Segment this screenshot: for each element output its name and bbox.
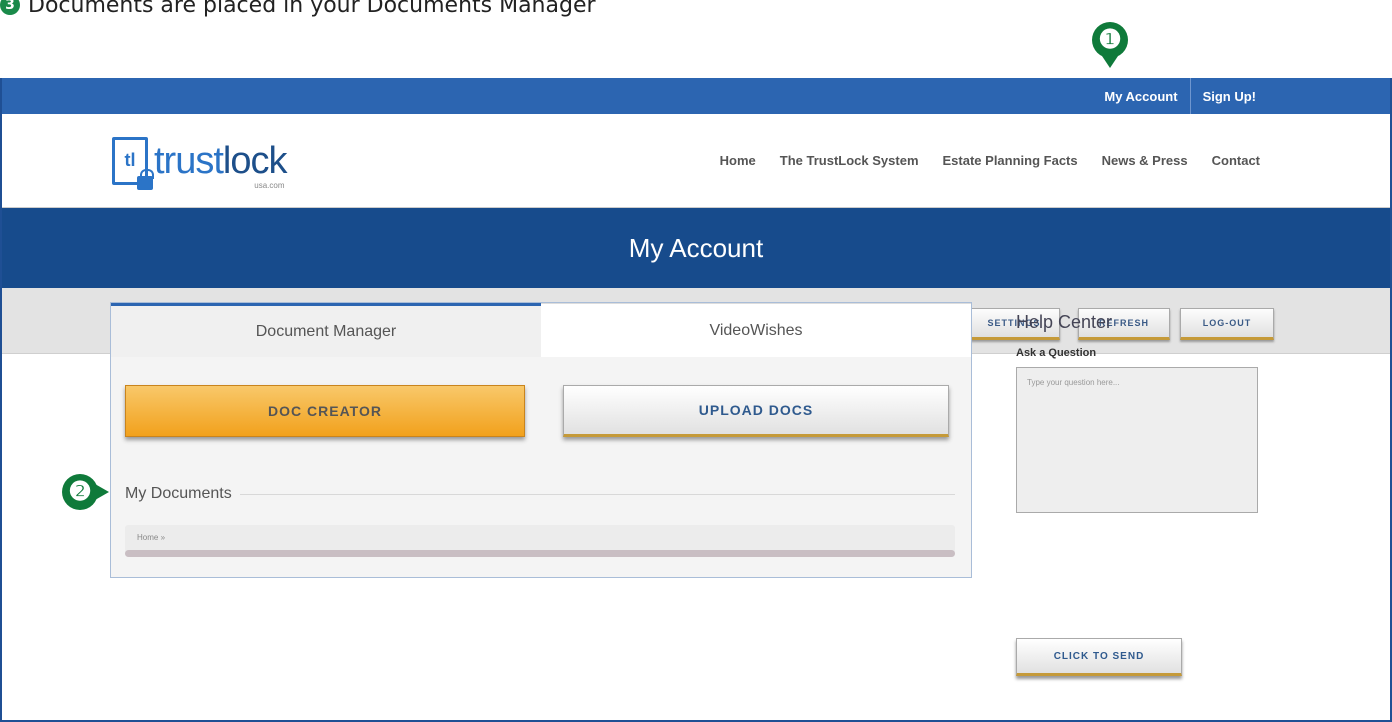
documents-breadcrumb: Home » [125, 525, 955, 557]
caption-text: Documents are placed in your Documents M… [28, 0, 596, 18]
breadcrumb-home-link[interactable]: Home » [137, 533, 165, 542]
caption: 3 Documents are placed in your Documents… [0, 0, 596, 20]
question-textarea[interactable]: Type your question here... [1016, 367, 1258, 513]
help-center-title: Help Center [1016, 312, 1113, 332]
logo-text-accent: lock [222, 139, 288, 182]
logo-subtext: usa.com [254, 180, 285, 190]
tab-document-manager[interactable]: Document Manager [111, 303, 541, 357]
nav-trustlock-system[interactable]: The TrustLock System [768, 153, 931, 168]
sign-up-link[interactable]: Sign Up! [1191, 78, 1268, 114]
step-marker: 3 [0, 0, 20, 15]
page-title: My Account [628, 232, 764, 263]
my-account-link[interactable]: My Account [1092, 78, 1189, 114]
trustlock-logo[interactable]: tl trustlock usa.com [112, 136, 288, 190]
document-panel: Document Manager VideoWishes DOC CREATOR… [110, 302, 972, 578]
nav-news-press[interactable]: News & Press [1090, 153, 1200, 168]
ask-question-label: Ask a Question [1016, 347, 1097, 359]
top-account-bar: My Account Sign Up! [2, 78, 1390, 114]
main-nav: Home The TrustLock System Estate Plannin… [708, 153, 1272, 168]
padlock-icon [137, 168, 154, 190]
upload-docs-button[interactable]: UPLOAD DOCS [563, 385, 949, 437]
my-documents-header: My Documents [125, 485, 955, 503]
callout-marker-2: ❷ [62, 474, 109, 510]
my-documents-title: My Documents [125, 485, 232, 502]
doc-creator-button[interactable]: DOC CREATOR [125, 385, 525, 437]
site-header: tl trustlock usa.com Home The TrustLock … [2, 114, 1390, 208]
help-center: Help Center Ask a Question Type your que… [1016, 312, 1266, 676]
nav-home[interactable]: Home [708, 153, 768, 168]
callout-marker-1: ❶ [1092, 22, 1128, 68]
divider [239, 493, 955, 495]
nav-estate-planning-facts[interactable]: Estate Planning Facts [931, 153, 1090, 168]
click-to-send-button[interactable]: CLICK TO SEND [1016, 638, 1182, 676]
panel-tabs: Document Manager VideoWishes [111, 303, 971, 357]
page-title-banner: My Account [2, 208, 1390, 288]
logo-wordmark: trustlock usa.com [154, 139, 288, 190]
logo-text-main: trust [154, 139, 224, 182]
nav-contact[interactable]: Contact [1200, 153, 1272, 168]
horizontal-scrollbar[interactable] [125, 550, 955, 557]
tab-videowishes[interactable]: VideoWishes [541, 303, 971, 357]
logo-box-text: tl [124, 150, 136, 170]
document-lock-icon: tl [112, 136, 154, 190]
